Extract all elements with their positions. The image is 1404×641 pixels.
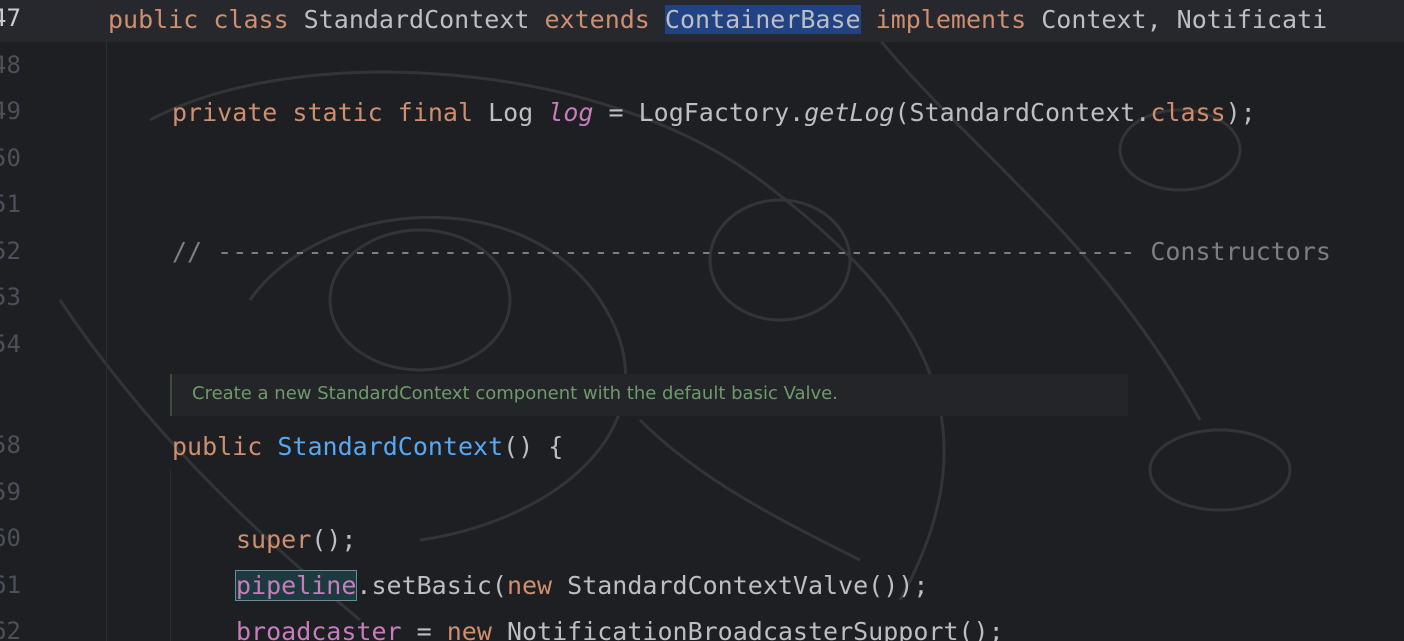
constructor-name[interactable]: StandardContext — [277, 432, 503, 461]
line-number: 47 — [0, 4, 21, 32]
indent-guide — [106, 42, 107, 641]
line-number: 51 — [0, 190, 21, 218]
keyword: public — [172, 432, 278, 461]
class-name[interactable]: StandardContext — [304, 5, 545, 34]
line-number-gutter[interactable]: 47 48 49 50 51 52 53 54 58 59 60 61 62 — [0, 0, 90, 641]
line-number: 54 — [0, 330, 21, 358]
line-number: 49 — [0, 97, 21, 125]
code-line-class-declaration[interactable]: public class StandardContext extends Con… — [108, 2, 1327, 38]
method-call[interactable]: getLog — [804, 98, 894, 127]
line-number: 61 — [0, 571, 21, 599]
code-text: (StandardContext. — [894, 98, 1151, 127]
indent-guide — [170, 470, 171, 641]
line-number: 59 — [0, 478, 21, 506]
keyword: class — [1150, 98, 1226, 127]
code-text: StandardContextValve()); — [567, 571, 929, 600]
field-name[interactable]: broadcaster — [236, 617, 402, 641]
line-number: 50 — [0, 144, 21, 172]
keyword: implements — [860, 5, 1042, 34]
keyword: private static final — [172, 98, 489, 127]
keyword: new — [446, 617, 507, 641]
javadoc-text: Create a new StandardContext component w… — [192, 383, 838, 404]
line-number: 53 — [0, 283, 21, 311]
line-number: 48 — [0, 51, 21, 79]
method-call[interactable]: .setBasic( — [356, 571, 507, 600]
line-number: 52 — [0, 237, 21, 265]
code-line-constructor[interactable]: public StandardContext() { — [172, 429, 563, 465]
rendered-javadoc[interactable]: Create a new StandardContext component w… — [170, 374, 1128, 416]
code-text: () { — [503, 432, 564, 461]
line-number: 58 — [0, 431, 21, 459]
keyword: public class — [108, 5, 304, 34]
code-text: NotificationBroadcasterSupport(); — [506, 617, 1004, 641]
code-line-set-basic[interactable]: pipeline.setBasic(new StandardContextVal… — [234, 568, 929, 604]
code-line-log-field[interactable]: private static final Log log = LogFactor… — [172, 95, 1256, 131]
line-number: 62 — [0, 617, 21, 641]
type-name[interactable]: Log — [488, 98, 548, 127]
code-text: = LogFactory. — [593, 98, 805, 127]
interface-list[interactable]: Context, Notificati — [1041, 5, 1327, 34]
selected-identifier[interactable]: ContainerBase — [664, 5, 861, 34]
keyword: super — [236, 525, 312, 554]
field-name[interactable]: pipeline — [234, 570, 358, 601]
keyword: new — [506, 571, 568, 600]
code-line-super-call[interactable]: super(); — [236, 522, 356, 558]
line-number: 60 — [0, 524, 21, 552]
code-text: = — [401, 617, 447, 641]
code-text: (); — [311, 525, 357, 554]
code-line-broadcaster[interactable]: broadcaster = new NotificationBroadcaste… — [236, 614, 1004, 641]
code-editor[interactable]: 47 48 49 50 51 52 53 54 58 59 60 61 62 p… — [0, 0, 1404, 641]
code-line-comment[interactable]: // -------------------------------------… — [172, 234, 1331, 270]
keyword: extends — [544, 5, 665, 34]
code-text: ); — [1225, 98, 1256, 127]
field-name[interactable]: log — [548, 98, 593, 127]
